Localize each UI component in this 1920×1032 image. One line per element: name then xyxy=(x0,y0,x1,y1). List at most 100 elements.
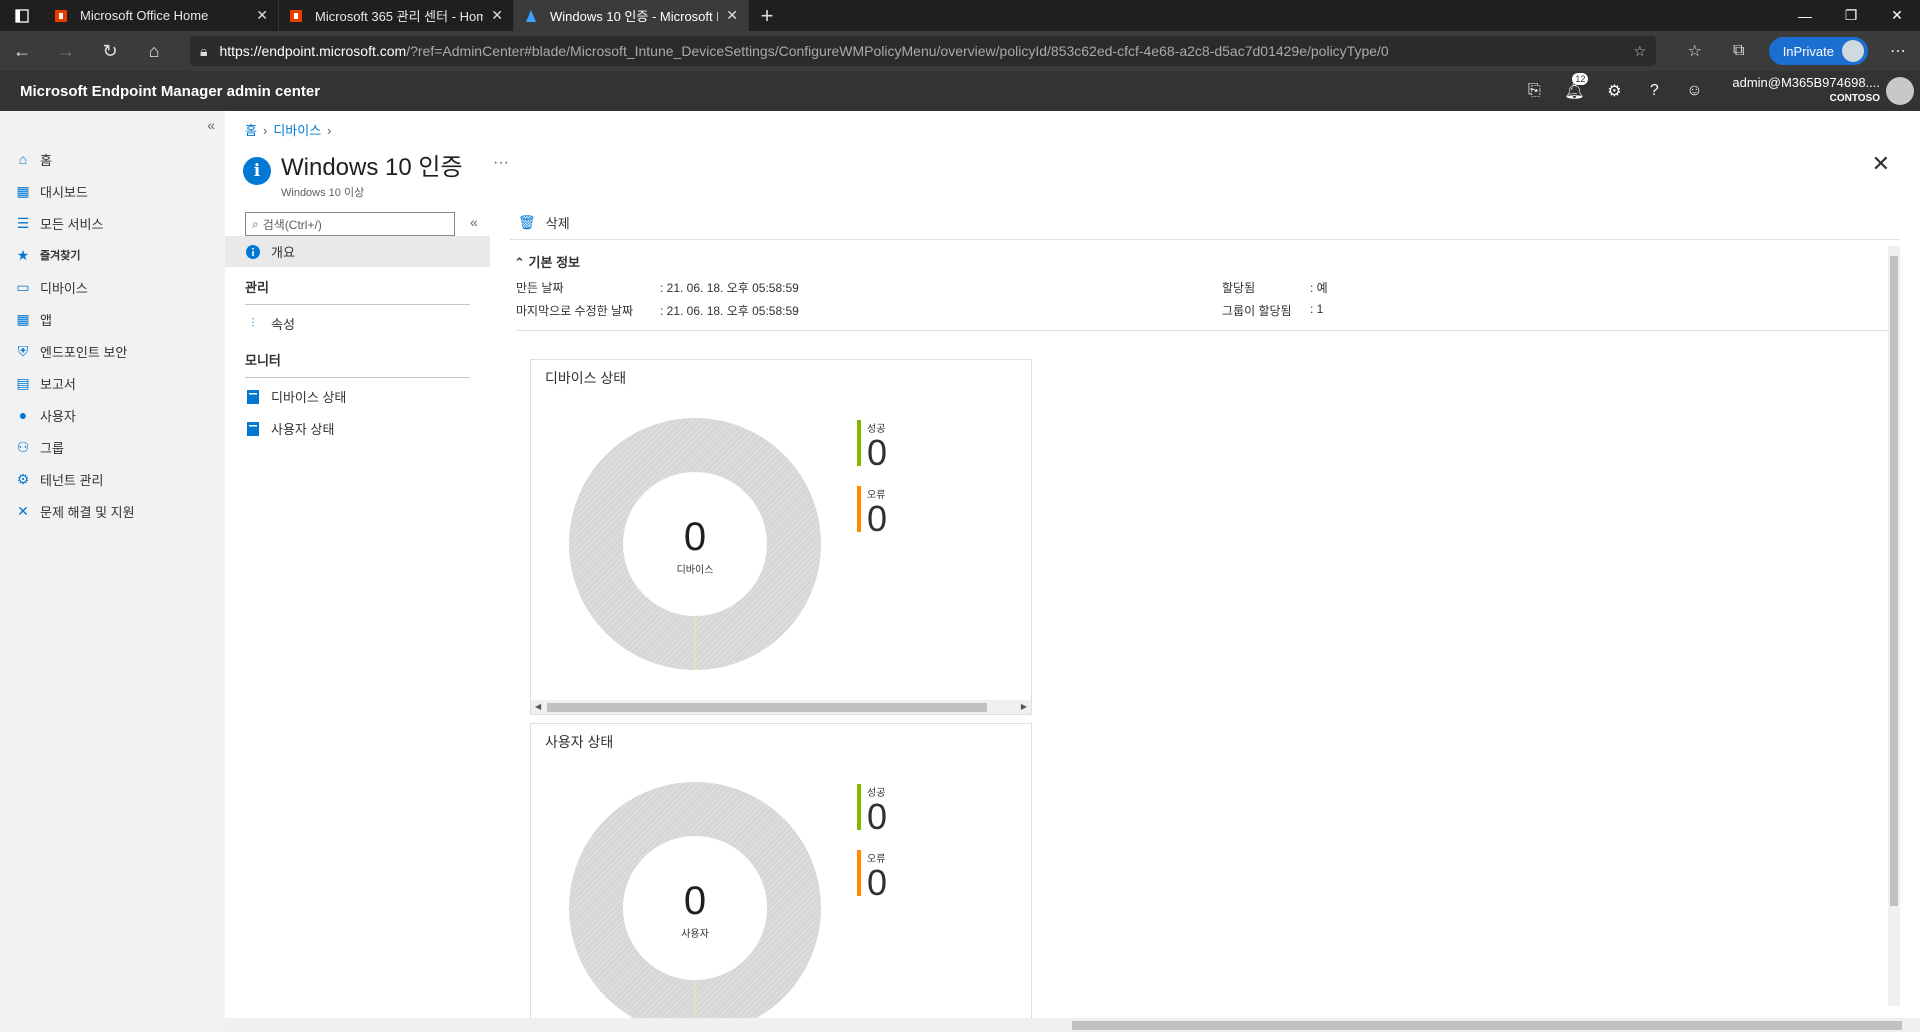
more-actions-icon[interactable]: ··· xyxy=(493,154,509,172)
nav-item-groups[interactable]: ⚇ 그룹 xyxy=(0,431,225,463)
nav-item-favorites[interactable]: ★ 즐겨찾기 xyxy=(0,239,225,271)
close-tab-icon[interactable]: ✕ xyxy=(256,7,268,24)
favorites-icon[interactable]: ☆ xyxy=(1673,41,1717,61)
nav-item-apps[interactable]: ▦ 앱 xyxy=(0,303,225,335)
delete-button[interactable]: 삭제 xyxy=(546,213,570,232)
page-header: i Windows 10 인증 Windows 10 이상 xyxy=(243,147,463,200)
home-browser-icon[interactable]: ⌂ xyxy=(132,31,176,71)
error-color-bar xyxy=(857,850,861,896)
menu-item-properties[interactable]: ⫶ 속성 xyxy=(225,308,490,339)
forward-icon[interactable]: → xyxy=(44,31,88,71)
legend-error[interactable]: 오류 0 xyxy=(857,850,887,901)
menu-item-user-status[interactable]: 사용자 상태 xyxy=(225,413,490,444)
user-status-tile[interactable]: 사용자 상태 0 사용자 성공 0 오류 0 xyxy=(530,723,1032,1032)
minimize-icon[interactable]: — xyxy=(1782,0,1828,31)
vertical-scrollbar[interactable] xyxy=(1888,246,1900,1006)
report-icon: ▤ xyxy=(16,374,30,391)
scrollbar-thumb[interactable] xyxy=(1890,256,1898,906)
notifications-icon[interactable]: 🔔︎ 12 xyxy=(1554,73,1594,101)
menu-item-overview[interactable]: 개요 xyxy=(225,236,490,267)
profile-avatar xyxy=(1842,40,1864,62)
browser-tab[interactable]: Microsoft Office Home ✕ xyxy=(44,0,279,31)
collapse-nav-icon[interactable]: « xyxy=(207,117,215,133)
tile-horizontal-scrollbar[interactable]: ◀ ▶ xyxy=(531,700,1031,714)
url-host: https://endpoint.microsoft.com xyxy=(219,43,407,59)
menu-search-input[interactable]: ⌕ 검색(Ctrl+/) xyxy=(245,212,455,236)
group-icon: ⚇ xyxy=(16,438,30,455)
breadcrumb-devices[interactable]: 디바이스 xyxy=(273,123,321,138)
new-tab-icon[interactable]: + xyxy=(749,0,785,31)
app-brand[interactable]: Microsoft Endpoint Manager admin center xyxy=(20,83,320,100)
page-title: Windows 10 인증 xyxy=(281,154,463,181)
legend-error[interactable]: 오류 0 xyxy=(857,486,887,537)
device-count: 0 xyxy=(683,515,707,559)
collections-icon[interactable]: ⧉ xyxy=(1717,42,1761,60)
nav-item-endpoint-security[interactable]: ⛨ 엔드포인트 보안 xyxy=(0,335,225,367)
nav-item-users[interactable]: ● 사용자 xyxy=(0,399,225,431)
inprivate-button[interactable]: InPrivate xyxy=(1768,37,1868,65)
device-count-label: 디바이스 xyxy=(676,565,714,576)
device-status-tile[interactable]: 디바이스 상태 0 디바이스 성공 0 오류 0 ◀ ▶ xyxy=(530,359,1032,715)
success-color-bar xyxy=(857,420,861,466)
close-window-icon[interactable]: ✕ xyxy=(1874,0,1920,31)
back-icon[interactable]: ← xyxy=(0,31,44,71)
assigned-label: 할당됨 xyxy=(1222,281,1256,295)
chat-icon[interactable]: ☺ xyxy=(1674,82,1714,100)
browser-tab-active[interactable]: Windows 10 인증 - Microsoft En ✕ xyxy=(514,0,749,31)
avatar[interactable] xyxy=(1886,77,1914,105)
nav-item-all-services[interactable]: ☰ 모든 서비스 xyxy=(0,207,225,239)
star-icon: ★ xyxy=(16,246,30,263)
collapse-menu-icon[interactable]: « xyxy=(470,214,478,230)
address-bar: ← → ↻ ⌂ 🔒︎ https://endpoint.microsoft.co… xyxy=(0,31,1920,71)
legend-success[interactable]: 성공 0 xyxy=(857,420,887,471)
tab-actions-icon[interactable] xyxy=(0,0,44,31)
scrollbar-thumb[interactable] xyxy=(1072,1021,1902,1030)
search-placeholder: 검색(Ctrl+/) xyxy=(262,217,322,232)
modified-value: : 21. 06. 18. 오후 05:58:59 xyxy=(660,304,799,318)
dashboard-icon: ▦ xyxy=(16,182,30,199)
essentials-toggle[interactable]: ⌃ 기본 정보 xyxy=(514,252,580,271)
help-icon[interactable]: ? xyxy=(1634,82,1674,100)
office-icon xyxy=(289,9,303,23)
account-user: admin@M365B974698.... xyxy=(1732,75,1880,90)
scrollbar-thumb[interactable] xyxy=(547,703,987,712)
essentials-panel: 만든 날짜 : 21. 06. 18. 오후 05:58:59 마지막으로 수정… xyxy=(516,279,1894,331)
nav-item-troubleshoot[interactable]: ✕ 문제 해결 및 지원 xyxy=(0,495,225,527)
browser-tab[interactable]: Microsoft 365 관리 센터 - Home ✕ xyxy=(279,0,514,31)
created-label: 만든 날짜 xyxy=(516,281,564,295)
restore-icon[interactable]: ❐ xyxy=(1828,0,1874,31)
left-nav: « ⌂ 홈 ▦ 대시보드 ☰ 모든 서비스 ★ 즐겨찾기 ▭ 디바이스 ▦ 앱 ⛨ 엔드포인트… xyxy=(0,111,225,1032)
url-field[interactable]: 🔒︎ https://endpoint.microsoft.com/?ref=A… xyxy=(190,36,1656,66)
tools-icon: ✕ xyxy=(17,502,29,519)
account-menu[interactable]: admin@M365B974698.... CONTOSO xyxy=(1732,75,1880,107)
refresh-icon[interactable]: ↻ xyxy=(88,31,132,71)
add-favorite-icon[interactable]: ☆ xyxy=(1633,43,1646,60)
menu-item-device-status[interactable]: 디바이스 상태 xyxy=(225,381,490,412)
error-count: 0 xyxy=(867,498,888,539)
device-icon: ▭ xyxy=(16,278,30,295)
nav-item-dashboard[interactable]: ▦ 대시보드 xyxy=(0,175,225,207)
more-icon[interactable]: ⋯ xyxy=(1876,41,1920,61)
nav-item-devices[interactable]: ▭ 디바이스 xyxy=(0,271,225,303)
nav-item-tenant-admin[interactable]: ⚙ 테넌트 관리 xyxy=(0,463,225,495)
breadcrumb-home[interactable]: 홈 xyxy=(245,123,257,138)
nav-item-reports[interactable]: ▤ 보고서 xyxy=(0,367,225,399)
tile-title: 디바이스 상태 xyxy=(545,370,627,386)
scroll-right-icon[interactable]: ▶ xyxy=(1021,700,1027,714)
feedback-icon[interactable]: ⎘ xyxy=(1514,82,1554,100)
nav-item-home[interactable]: ⌂ 홈 xyxy=(0,143,225,175)
groups-assigned-value[interactable]: : 1 xyxy=(1310,302,1323,319)
modified-label: 마지막으로 수정한 날짜 xyxy=(516,304,634,318)
settings-icon[interactable]: ⚙ xyxy=(1594,81,1634,101)
horizontal-scrollbar[interactable] xyxy=(225,1018,1920,1032)
close-tab-icon[interactable]: ✕ xyxy=(491,7,503,24)
legend-success[interactable]: 성공 0 xyxy=(857,784,887,835)
close-tab-icon[interactable]: ✕ xyxy=(726,7,738,24)
url-path: /?ref=AdminCenter#blade/Microsoft_Intune… xyxy=(406,43,1389,59)
scroll-left-icon[interactable]: ◀ xyxy=(535,700,541,714)
close-blade-icon[interactable]: ✕ xyxy=(1872,151,1890,177)
notification-badge: 12 xyxy=(1572,73,1589,85)
lock-icon: 🔒︎ xyxy=(200,42,208,59)
content-area: 홈 › 디바이스 › i Windows 10 인증 Windows 10 이상 ··… xyxy=(225,111,1920,1032)
created-value: : 21. 06. 18. 오후 05:58:59 xyxy=(660,281,799,295)
